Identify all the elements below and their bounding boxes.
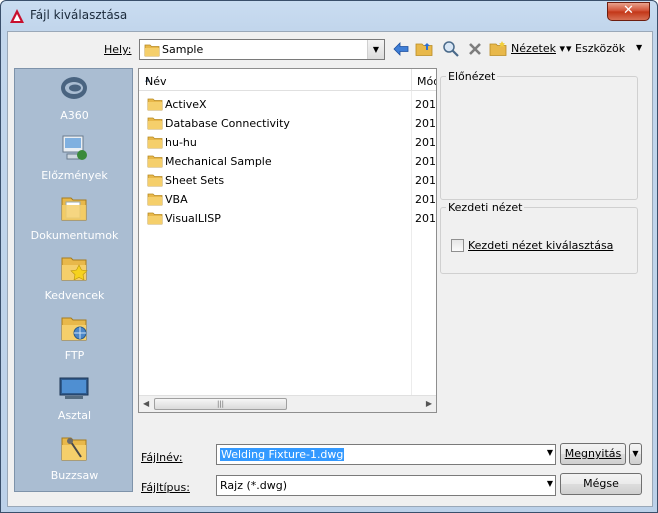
a360-icon: [61, 77, 87, 99]
folder-icon: [147, 193, 163, 206]
place-a360[interactable]: A360: [15, 71, 134, 131]
place-desktop[interactable]: Asztal: [15, 371, 134, 431]
place-label: FTP: [64, 349, 85, 362]
place-label: Buzzsaw: [50, 469, 99, 482]
scroll-right-icon[interactable]: ▶: [426, 399, 432, 408]
place-label: Kedvencek: [44, 289, 105, 302]
cancel-button[interactable]: Mégse: [560, 473, 642, 495]
file-list-row[interactable]: Database Connectivity 2015: [139, 114, 436, 133]
history-icon: [62, 135, 87, 160]
dialog-client-area: Hely: Sample ▼ Nézetek ▾ ▾ Eszközök ▼ A3…: [7, 31, 653, 507]
window-title: Fájl kiválasztása: [30, 8, 128, 22]
scrollbar-thumb[interactable]: |||: [154, 398, 287, 410]
file-list-row[interactable]: VBA 2015: [139, 190, 436, 209]
horizontal-scrollbar[interactable]: ◀ ||| ▶: [139, 395, 436, 412]
open-options-button[interactable]: ▼: [629, 443, 642, 465]
folder-icon: [147, 174, 163, 187]
autocad-app-icon: [10, 9, 24, 23]
initial-view-checkbox-label[interactable]: Kezdeti nézet kiválasztása: [468, 239, 613, 252]
folder-icon: [147, 98, 163, 111]
filetype-select[interactable]: Rajz (*.dwg) ▼: [216, 475, 556, 496]
initial-view-title: Kezdeti nézet: [446, 201, 525, 214]
file-name: hu-hu: [165, 136, 197, 149]
file-name: Database Connectivity: [165, 117, 290, 130]
location-dropdown[interactable]: Sample ▼: [139, 39, 385, 60]
file-date: 2015: [415, 212, 436, 225]
file-list-row[interactable]: hu-hu 2015: [139, 133, 436, 152]
location-label: Hely:: [104, 43, 132, 56]
ftp-icon: [61, 317, 87, 341]
folder-icon: [147, 155, 163, 168]
title-bar[interactable]: Fájl kiválasztása ✕: [1, 1, 657, 31]
views-menu[interactable]: Nézetek ▾: [511, 42, 565, 55]
file-date: 2015: [415, 174, 436, 187]
file-name: Sheet Sets: [165, 174, 225, 187]
close-button[interactable]: ✕: [607, 2, 650, 21]
filetype-value: Rajz (*.dwg): [220, 479, 288, 492]
back-arrow-icon[interactable]: [392, 40, 410, 58]
file-date: 2015: [415, 193, 436, 206]
filename-input[interactable]: Welding Fixture-1.dwg ▼: [216, 444, 556, 465]
desktop-icon: [59, 377, 89, 399]
file-list-row[interactable]: ActiveX 2015: [139, 95, 436, 114]
file-list-row[interactable]: Sheet Sets 2015: [139, 171, 436, 190]
file-name: VBA: [165, 193, 188, 206]
chevron-down-icon[interactable]: ▼: [367, 40, 384, 59]
place-label: A360: [60, 109, 89, 122]
folder-icon: [147, 117, 163, 130]
place-label: Dokumentumok: [30, 229, 119, 242]
folder-icon: [147, 136, 163, 149]
file-name: VisualLISP: [165, 212, 221, 225]
file-list[interactable]: ▲ Név Mód ActiveX2015Database Connectivi…: [138, 68, 437, 413]
file-list-row[interactable]: Mechanical Sample 2015: [139, 152, 436, 171]
place-ftp[interactable]: FTP: [15, 311, 134, 371]
file-date: 2015: [415, 155, 436, 168]
file-date: 2015: [415, 136, 436, 149]
file-dialog-window: Fájl kiválasztása ✕ Hely: Sample ▼ Nézet…: [0, 0, 658, 513]
place-label: Előzmények: [41, 169, 108, 182]
place-label: Asztal: [57, 409, 92, 422]
place-history[interactable]: Előzmények: [15, 131, 134, 191]
filename-label: Fájlnév:: [141, 451, 183, 464]
filename-value: Welding Fixture-1.dwg: [220, 448, 345, 461]
open-button[interactable]: Megnyitás: [560, 443, 626, 465]
search-web-icon[interactable]: [442, 40, 460, 58]
places-sidebar: A360 Előzmények Dokumentumok Kedvencek F…: [14, 68, 133, 492]
file-date: 2015: [415, 98, 436, 111]
delete-icon[interactable]: [466, 40, 484, 58]
folder-icon: [147, 212, 163, 225]
folder-icon: [144, 44, 160, 57]
documents-icon: [61, 197, 87, 221]
preview-group: [440, 76, 638, 200]
up-folder-icon[interactable]: [415, 40, 433, 58]
file-name: ActiveX: [165, 98, 207, 111]
initial-view-checkbox[interactable]: [451, 239, 464, 252]
place-documents[interactable]: Dokumentumok: [15, 191, 134, 251]
favorites-icon: [61, 257, 88, 281]
file-name: Mechanical Sample: [165, 155, 272, 168]
file-date: 2015: [415, 117, 436, 130]
place-favorites[interactable]: Kedvencek: [15, 251, 134, 311]
tools-menu[interactable]: ▾ Eszközök: [566, 42, 625, 55]
location-value: Sample: [162, 43, 204, 56]
column-header-modified[interactable]: Mód: [412, 69, 436, 91]
scroll-left-icon[interactable]: ◀: [143, 399, 149, 408]
filetype-label: Fájltípus:: [141, 481, 190, 494]
buzzsaw-icon: [61, 437, 87, 461]
chevron-down-icon[interactable]: ▼: [547, 479, 553, 488]
tools-dropdown-arrow[interactable]: ▼: [636, 43, 642, 52]
column-header-name[interactable]: ▲ Név: [139, 69, 412, 91]
chevron-down-icon[interactable]: ▼: [547, 448, 553, 457]
file-list-row[interactable]: VisualLISP 2015: [139, 209, 436, 228]
place-buzzsaw[interactable]: Buzzsaw: [15, 431, 134, 491]
new-folder-icon[interactable]: [489, 40, 507, 58]
preview-title: Előnézet: [446, 70, 498, 83]
